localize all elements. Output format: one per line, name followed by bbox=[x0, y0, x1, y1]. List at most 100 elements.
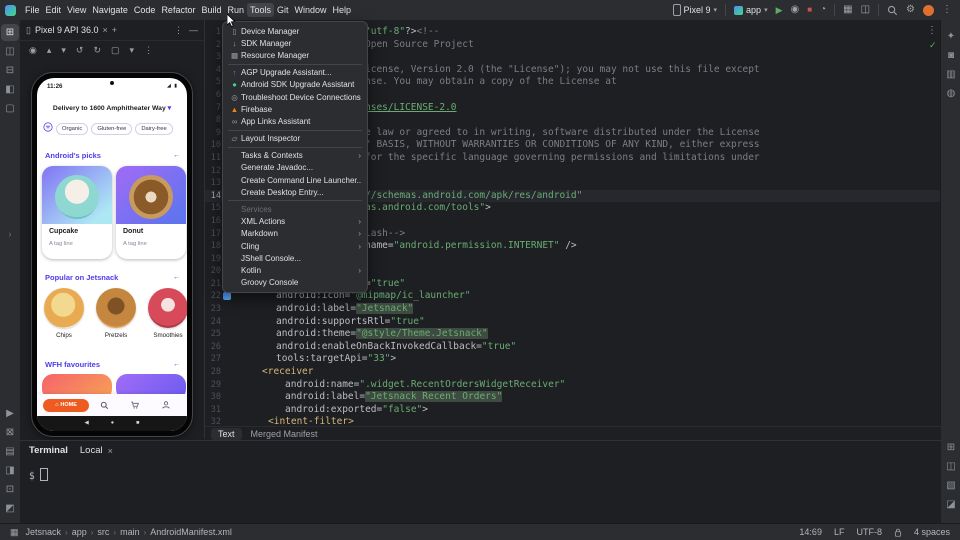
debug-button[interactable]: ◉ bbox=[791, 5, 800, 15]
tools-menu-item-cling[interactable]: Cling› bbox=[223, 240, 367, 252]
code-line-23[interactable]: 23android:label="Jetsnack" bbox=[205, 303, 941, 316]
structure-tool-icon[interactable]: ⊟ bbox=[1, 62, 19, 79]
volume-down-button[interactable]: ▾ bbox=[61, 45, 66, 56]
caret-position[interactable]: 14:69 bbox=[799, 527, 822, 537]
problems-tool-icon[interactable]: ⊠ bbox=[1, 424, 19, 441]
tools-menu-item-resource-manager[interactable]: ▦Resource Manager bbox=[223, 49, 367, 61]
filters-icon[interactable] bbox=[43, 122, 53, 135]
volume-up-button[interactable]: ▴ bbox=[47, 45, 52, 56]
section-arrow-icon[interactable]: ← bbox=[173, 361, 180, 368]
code-line-24[interactable]: 24android:supportsRtl="true" bbox=[205, 316, 941, 329]
rotate-right-button[interactable]: ↻ bbox=[93, 45, 101, 56]
code-line-29[interactable]: 29android:name=".widget.RecentOrdersWidg… bbox=[205, 379, 941, 392]
tools-menu-item-agp-upgrade-assistant[interactable]: ↑AGP Upgrade Assistant... bbox=[223, 67, 367, 79]
stop-button[interactable]: ■ bbox=[807, 6, 812, 14]
device-manager-tool-icon[interactable]: ▥ bbox=[942, 66, 960, 83]
ai-assistant-tool-icon[interactable]: ✦ bbox=[942, 28, 960, 45]
filter-chip-organic[interactable]: Organic bbox=[56, 123, 88, 135]
code-line-28[interactable]: 28<receiver bbox=[205, 366, 941, 379]
tools-menu-item-firebase[interactable]: ▲Firebase bbox=[223, 103, 367, 115]
tools-menu-item-layout-inspector[interactable]: ▱Layout Inspector bbox=[223, 133, 367, 145]
build-tool-icon[interactable]: ⊡ bbox=[1, 481, 19, 498]
tab-text[interactable]: Text bbox=[211, 428, 242, 440]
nav-profile-icon[interactable] bbox=[150, 400, 181, 410]
menu-edit[interactable]: Edit bbox=[43, 3, 65, 17]
file-encoding[interactable]: UTF-8 bbox=[856, 527, 882, 537]
terminal-tab-local[interactable]: Local × bbox=[80, 445, 113, 456]
code-line-30[interactable]: 30android:label="Jetsnack Recent Orders" bbox=[205, 391, 941, 404]
search-icon[interactable] bbox=[887, 5, 898, 16]
back-button[interactable]: ◀ bbox=[85, 421, 89, 427]
terminal-output[interactable]: $ bbox=[20, 460, 941, 482]
run-button[interactable]: ▶ bbox=[776, 6, 783, 15]
nav-cart-icon[interactable] bbox=[120, 400, 151, 410]
breadcrumb-src[interactable]: src bbox=[97, 527, 109, 537]
notifications-icon[interactable]: ◍ bbox=[942, 85, 960, 102]
logcat-tool-icon[interactable]: ◨ bbox=[1, 462, 19, 479]
breadcrumb-app[interactable]: app bbox=[72, 527, 87, 537]
recents-button[interactable]: ■ bbox=[136, 421, 139, 427]
popular-item-chips[interactable] bbox=[44, 288, 84, 328]
nav-home-button[interactable]: ⌂ HOME bbox=[43, 399, 89, 412]
breadcrumb-androidmanifest-xml[interactable]: AndroidManifest.xml bbox=[150, 527, 232, 537]
menu-file[interactable]: File bbox=[22, 3, 43, 17]
delivery-address[interactable]: Delivery to 1600 Amphitheater Way ▾ bbox=[37, 104, 187, 112]
snack-card-cupcake[interactable]: CupcakeA tag line bbox=[42, 166, 112, 259]
add-device-button[interactable]: + bbox=[112, 25, 117, 35]
section-arrow-icon[interactable]: ← bbox=[173, 152, 180, 159]
layout-inspector-button[interactable]: ▦ bbox=[843, 5, 852, 15]
tools-menu-item-troubleshoot-device-connections[interactable]: ◎Troubleshoot Device Connections bbox=[223, 91, 367, 103]
menu-view[interactable]: View bbox=[64, 3, 89, 17]
pull-requests-tool-icon[interactable]: ◧ bbox=[1, 81, 19, 98]
tools-menu-item-create-command-line-launcher[interactable]: Create Command Line Launcher... bbox=[223, 174, 367, 186]
avatar[interactable] bbox=[923, 5, 934, 16]
filter-chip-gluten-free[interactable]: Gluten-free bbox=[91, 123, 132, 135]
breadcrumb-main[interactable]: main bbox=[120, 527, 140, 537]
tools-menu-item-android-sdk-upgrade-assistant[interactable]: ●Android SDK Upgrade Assistant bbox=[223, 79, 367, 91]
quick-access-icon[interactable]: ▦ bbox=[10, 528, 19, 537]
home-button[interactable]: ● bbox=[111, 421, 114, 427]
layout-inspector-tool-icon[interactable]: ◪ bbox=[942, 496, 960, 513]
emulator-screen[interactable]: 11:26 ◢ ▮ Delivery to 1600 Amphitheater … bbox=[37, 78, 187, 431]
indent-setting[interactable]: 4 spaces bbox=[914, 527, 950, 537]
close-icon[interactable]: × bbox=[108, 446, 113, 456]
project-tool-icon[interactable]: ⊞ bbox=[1, 24, 19, 41]
menu-navigate[interactable]: Navigate bbox=[89, 3, 131, 17]
menu-build[interactable]: Build bbox=[198, 3, 224, 17]
device-explorer-tool-icon[interactable]: ⊞ bbox=[942, 439, 960, 456]
tools-menu-item-markdown[interactable]: Markdown› bbox=[223, 228, 367, 240]
tools-menu-item-groovy-console[interactable]: Groovy Console bbox=[223, 277, 367, 289]
editor-options-kebab-icon[interactable]: ⋮ bbox=[927, 25, 937, 36]
snack-card-donut[interactable]: DonutA tag line bbox=[116, 166, 186, 259]
gradle-tool-icon[interactable]: ◙ bbox=[942, 47, 960, 64]
code-line-32[interactable]: 32<intent-filter> bbox=[205, 416, 941, 426]
nav-search-icon[interactable] bbox=[89, 401, 120, 410]
breadcrumb-jetsnack[interactable]: Jetsnack bbox=[26, 527, 62, 537]
hide-panel-icon[interactable]: — bbox=[189, 25, 198, 36]
app-inspection-tool-icon[interactable]: ◩ bbox=[1, 500, 19, 517]
app-quality-insights-tool-icon[interactable]: ▧ bbox=[942, 477, 960, 494]
terminal-tool-icon[interactable]: ▤ bbox=[1, 443, 19, 460]
menu-git[interactable]: Git bbox=[274, 3, 292, 17]
menu-refactor[interactable]: Refactor bbox=[158, 3, 198, 17]
code-line-27[interactable]: 27tools:targetApi="33"> bbox=[205, 353, 941, 366]
more-actions[interactable]: ⋮ bbox=[144, 45, 153, 56]
more-kebab-icon[interactable]: ⋮ bbox=[942, 5, 952, 15]
menu-window[interactable]: Window bbox=[292, 3, 330, 17]
tools-menu-item-generate-javadoc[interactable]: Generate Javadoc... bbox=[223, 162, 367, 174]
close-tab-icon[interactable]: × bbox=[103, 25, 108, 35]
device-tab-label[interactable]: Pixel 9 API 36.0 bbox=[35, 25, 99, 35]
run-tool-icon[interactable]: ▶ bbox=[1, 405, 19, 422]
tools-menu-item-app-links-assistant[interactable]: ∞App Links Assistant bbox=[223, 115, 367, 127]
menu-code[interactable]: Code bbox=[131, 3, 159, 17]
settings-gear-icon[interactable]: ⚙ bbox=[906, 5, 915, 15]
tools-menu-item-sdk-manager[interactable]: ↓SDK Manager bbox=[223, 37, 367, 49]
device-selector[interactable]: Pixel 9 ▾ bbox=[673, 4, 718, 16]
line-separator[interactable]: LF bbox=[834, 527, 845, 537]
snapshot-dropdown[interactable]: ▾ bbox=[130, 45, 135, 56]
tools-menu-item-device-manager[interactable]: ▯Device Manager bbox=[223, 25, 367, 37]
running-devices-tool-icon[interactable]: ◫ bbox=[942, 458, 960, 475]
tools-menu-item-tasks-contexts[interactable]: Tasks & Contexts› bbox=[223, 150, 367, 162]
commit-tool-icon[interactable]: ◫ bbox=[1, 43, 19, 60]
menu-tools[interactable]: Tools bbox=[247, 3, 274, 17]
